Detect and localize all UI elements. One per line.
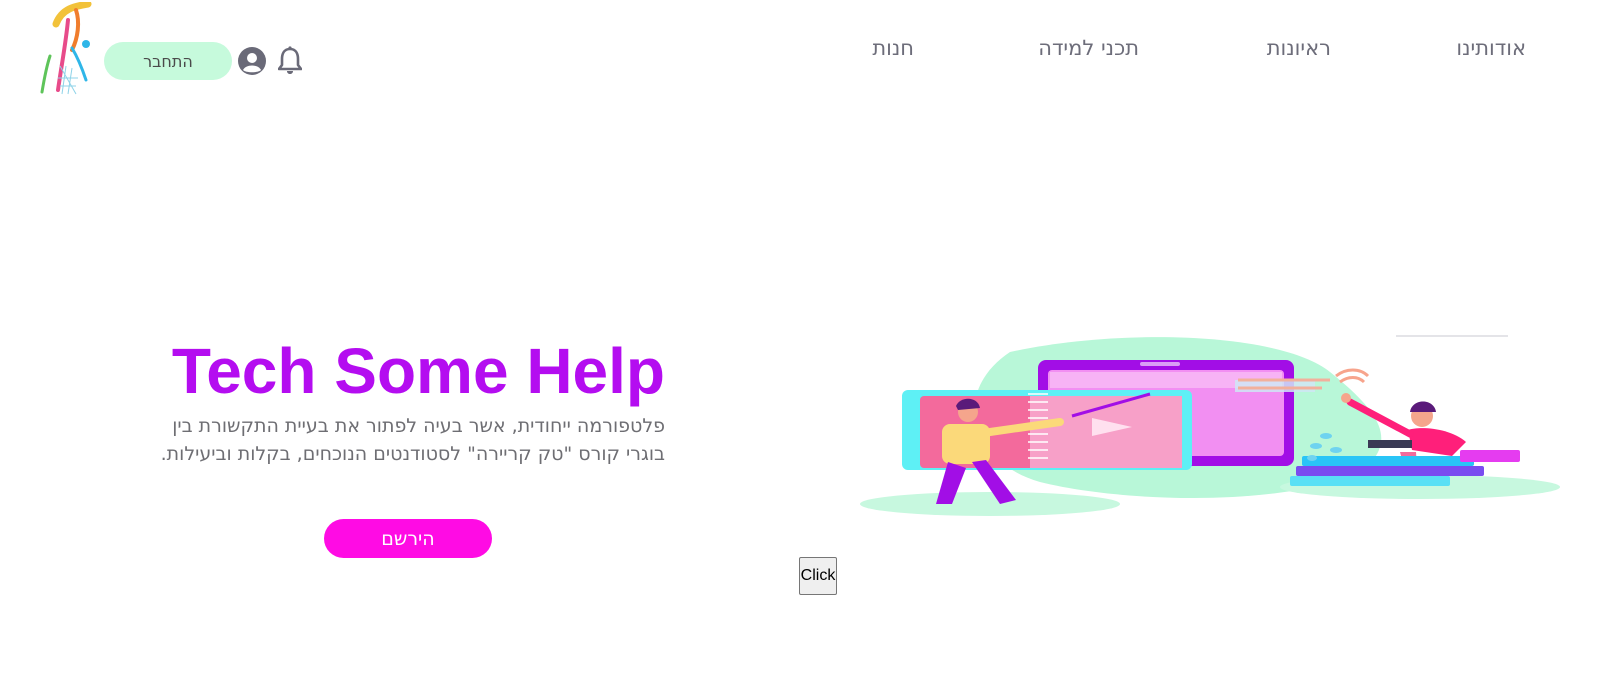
hero-title: Tech Some Help: [171, 335, 665, 407]
hero-illustration: [860, 335, 1560, 516]
click-button[interactable]: Click: [799, 557, 837, 595]
nav-store[interactable]: חנות: [872, 36, 914, 60]
nav-interviews[interactable]: ראיונות: [1267, 36, 1331, 60]
user-circle-icon[interactable]: [238, 47, 266, 75]
signup-button[interactable]: הירשם: [324, 519, 492, 558]
nav-learning-content[interactable]: תכני למידה: [1038, 36, 1139, 60]
nav-about[interactable]: אודותינו: [1456, 36, 1526, 60]
logo-icon[interactable]: [36, 2, 98, 96]
login-button[interactable]: התחבר: [104, 42, 232, 80]
hero-description: פלטפורמה ייחודית, אשר בעיה לפתור את בעיי…: [160, 415, 665, 465]
bell-icon[interactable]: [278, 46, 302, 76]
